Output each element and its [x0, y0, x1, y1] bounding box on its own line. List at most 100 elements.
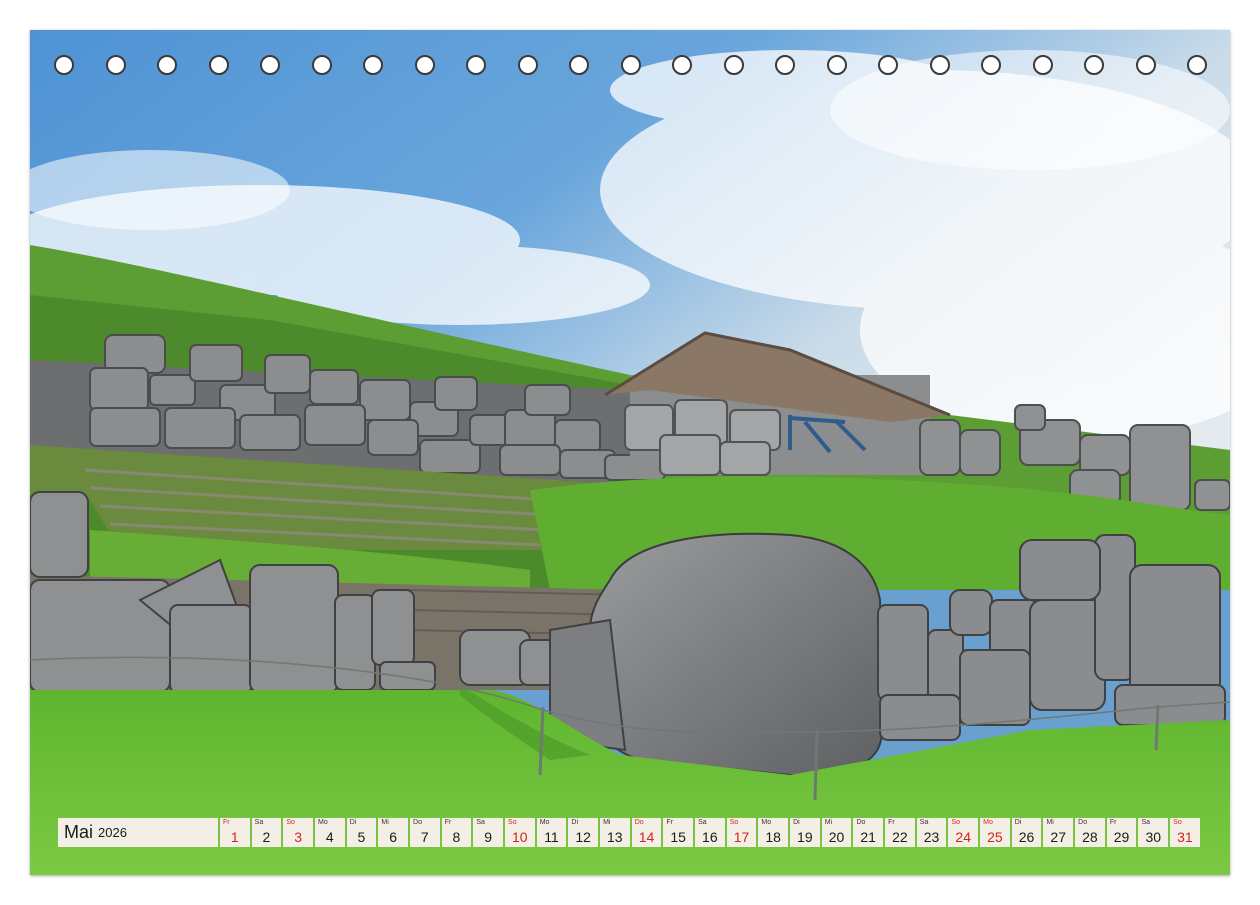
day-cell: So31 [1170, 818, 1200, 847]
binding-hole [209, 55, 229, 75]
day-number: 25 [980, 829, 1010, 845]
month-label: Mai 2026 [58, 818, 218, 847]
day-cell: Sa 9 [473, 818, 503, 847]
day-cell: So 3 [283, 818, 313, 847]
day-cell: Fr8 [442, 818, 472, 847]
day-cell: Mi 13 [600, 818, 630, 847]
binding-hole [1033, 55, 1053, 75]
day-number: 19 [790, 829, 820, 845]
calendar-page: Mai 2026 Fr1Sa2So3Mo4Di5Mi6Do7Fr8Sa9So10… [30, 30, 1230, 875]
month-name: Mai [64, 822, 93, 843]
day-number: 9 [473, 829, 503, 845]
day-number: 3 [283, 829, 313, 845]
day-cell: Mi 27 [1043, 818, 1073, 847]
calendar-strip: Mai 2026 Fr1Sa2So3Mo4Di5Mi6Do7Fr8Sa9So10… [58, 818, 1200, 847]
day-cell: Sa 16 [695, 818, 725, 847]
day-number: 26 [1012, 829, 1042, 845]
day-number: 30 [1138, 829, 1168, 845]
weekday-label: Do [1078, 819, 1087, 827]
binding-hole [621, 55, 641, 75]
day-number: 31 [1170, 829, 1200, 845]
day-cell: Mo 11 [537, 818, 567, 847]
binding-hole [363, 55, 383, 75]
binding-holes [30, 30, 1230, 104]
day-cell: Sa 23 [917, 818, 947, 847]
day-number: 22 [885, 829, 915, 845]
day-number: 15 [663, 829, 693, 845]
binding-hole [518, 55, 538, 75]
day-number: 13 [600, 829, 630, 845]
day-cell: Fr 29 [1107, 818, 1137, 847]
weekday-label: Sa [476, 819, 485, 827]
day-number: 6 [378, 829, 408, 845]
day-number: 4 [315, 829, 345, 845]
weekday-label: Mo [761, 819, 771, 827]
binding-hole [106, 55, 126, 75]
day-number: 2 [252, 829, 282, 845]
day-cell: Di 12 [568, 818, 598, 847]
day-number: 18 [758, 829, 788, 845]
binding-hole [466, 55, 486, 75]
day-number: 24 [948, 829, 978, 845]
weekday-label: Sa [255, 819, 264, 827]
day-cell: Do7 [410, 818, 440, 847]
day-number: 5 [347, 829, 377, 845]
day-number: 7 [410, 829, 440, 845]
day-number: 14 [632, 829, 662, 845]
day-cell: Fr 22 [885, 818, 915, 847]
day-cell: Mo25 [980, 818, 1010, 847]
day-number: 16 [695, 829, 725, 845]
day-number: 20 [822, 829, 852, 845]
day-number: 27 [1043, 829, 1073, 845]
day-number: 29 [1107, 829, 1137, 845]
day-cell: So10 [505, 818, 535, 847]
day-cell: Di 26 [1012, 818, 1042, 847]
day-number: 1 [220, 829, 250, 845]
binding-hole [878, 55, 898, 75]
weekday-label: Di [571, 819, 578, 827]
day-cell: Mi 6 [378, 818, 408, 847]
day-cell: Sa30 [1138, 818, 1168, 847]
day-cell: Fr1 [220, 818, 250, 847]
day-cell: Sa 2 [252, 818, 282, 847]
day-cell: Di19 [790, 818, 820, 847]
binding-hole [930, 55, 950, 75]
day-cell: Do 28 [1075, 818, 1105, 847]
day-number: 23 [917, 829, 947, 845]
day-cell: Do 14 [632, 818, 662, 847]
weekday-label: Mo [540, 819, 550, 827]
day-number: 17 [727, 829, 757, 845]
binding-hole [1136, 55, 1156, 75]
day-number: 12 [568, 829, 598, 845]
binding-hole [672, 55, 692, 75]
weekday-label: Sa [920, 819, 929, 827]
day-number: 8 [442, 829, 472, 845]
day-row: Fr1Sa2So3Mo4Di5Mi6Do7Fr8Sa9So10Mo11Di12M… [220, 818, 1200, 847]
weekday-label: So [286, 819, 295, 827]
weekday-label: Mi [603, 819, 610, 827]
weekday-label: Mo [318, 819, 328, 827]
weekday-label: Mi [1046, 819, 1053, 827]
weekday-label: Fr [1110, 819, 1117, 827]
day-cell: Mo 18 [758, 818, 788, 847]
weekday-label: So [951, 819, 960, 827]
weekday-label: Mi [381, 819, 388, 827]
day-cell: Di 5 [347, 818, 377, 847]
weekday-label: Di [1015, 819, 1022, 827]
day-cell: Mi20 [822, 818, 852, 847]
weekday-label: Di [350, 819, 357, 827]
day-number: 11 [537, 829, 567, 845]
weekday-label: Do [856, 819, 865, 827]
binding-hole [981, 55, 1001, 75]
binding-hole [260, 55, 280, 75]
binding-hole [827, 55, 847, 75]
weekday-label: Fr [888, 819, 895, 827]
binding-hole [1187, 55, 1207, 75]
month-year: 2026 [98, 825, 127, 840]
day-cell: Do 21 [853, 818, 883, 847]
weekday-label: Sa [698, 819, 707, 827]
day-number: 28 [1075, 829, 1105, 845]
weekday-label: Do [635, 819, 644, 827]
day-number: 21 [853, 829, 883, 845]
binding-hole [157, 55, 177, 75]
